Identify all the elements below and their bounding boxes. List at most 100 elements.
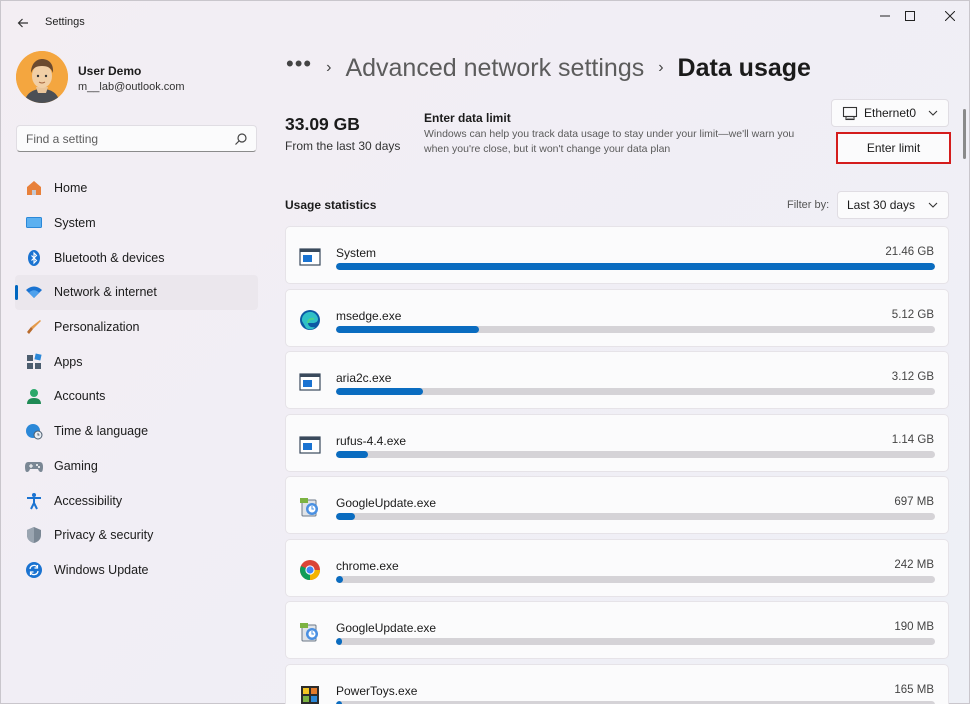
sidebar-item-label: Apps xyxy=(54,354,83,369)
usage-bar xyxy=(336,325,935,333)
sidebar-item-label: Home xyxy=(54,181,88,196)
app-usage-row: System 21.46 GB xyxy=(285,226,949,284)
usage-bar-fill xyxy=(336,325,480,333)
app-name: System xyxy=(336,246,377,260)
maximize-icon xyxy=(905,11,915,21)
app-data-size: 242 MB xyxy=(894,558,934,571)
usage-bar xyxy=(336,575,935,583)
close-icon xyxy=(945,11,955,21)
app-window-icon xyxy=(298,245,322,269)
sidebar-item-gaming[interactable]: Gaming xyxy=(15,449,258,484)
sidebar-item-label: Network & internet xyxy=(54,285,157,300)
sidebar-item-network[interactable]: Network & internet xyxy=(15,275,258,310)
search-placeholder: Find a setting xyxy=(26,132,99,146)
usage-bar-fill xyxy=(336,575,343,583)
network-adapter-dropdown[interactable]: Ethernet0 xyxy=(831,99,949,127)
app-window-icon xyxy=(298,370,322,394)
enter-limit-button[interactable]: Enter limit xyxy=(836,132,951,164)
usage-bar-fill xyxy=(336,263,935,270)
usage-bar-fill xyxy=(336,450,368,458)
app-window-icon xyxy=(298,433,322,457)
app-usage-row: rufus-4.4.exe 1.14 GB xyxy=(285,413,949,472)
usage-bar-fill xyxy=(336,638,342,645)
app-name: chrome.exe xyxy=(336,558,399,573)
app-name: GoogleUpdate.exe xyxy=(336,621,437,635)
sidebar-item-time-language[interactable]: Time & language xyxy=(15,414,258,449)
update-icon xyxy=(24,560,44,580)
sidebar-item-privacy[interactable]: Privacy & security xyxy=(15,518,258,553)
bluetooth-icon xyxy=(24,248,44,268)
filter-dropdown[interactable]: Last 30 days xyxy=(837,191,949,219)
breadcrumb-parent-link[interactable]: Advanced network settings xyxy=(345,54,644,83)
app-name: PowerToys.exe xyxy=(336,683,418,698)
chevron-right-icon: › xyxy=(326,59,332,76)
sidebar-item-windows-update[interactable]: Windows Update xyxy=(15,553,258,588)
app-name: aria2c.exe xyxy=(336,371,392,385)
total-usage: 33.09 GB xyxy=(285,114,360,134)
sidebar-item-personalization[interactable]: Personalization xyxy=(15,310,258,345)
usage-bar xyxy=(336,513,935,520)
usage-bar xyxy=(336,263,935,270)
adapter-selected: Ethernet0 xyxy=(864,106,917,120)
chrome-icon xyxy=(298,558,322,582)
accounts-icon xyxy=(24,386,44,406)
sidebar-item-label: Privacy & security xyxy=(54,528,154,543)
sidebar-item-label: Time & language xyxy=(54,424,149,439)
app-name: rufus-4.4.exe xyxy=(336,433,407,448)
filter-label: Filter by: xyxy=(787,199,830,211)
app-data-size: 190 MB xyxy=(894,621,934,633)
usage-period: From the last 30 days xyxy=(285,139,401,153)
app-usage-row: aria2c.exe 3.12 GB xyxy=(285,351,949,409)
app-data-size: 165 MB xyxy=(894,683,934,696)
sidebar-item-label: Windows Update xyxy=(54,562,149,577)
app-data-size: 1.14 GB xyxy=(891,433,934,446)
user-profile[interactable]: User Demo m__lab@outlook.com xyxy=(16,51,256,105)
back-button[interactable] xyxy=(9,9,37,37)
data-limit-description: Windows can help you track data usage to… xyxy=(424,128,795,155)
gamepad-icon xyxy=(24,456,44,476)
app-usage-row: PowerToys.exe 165 MB xyxy=(285,663,949,704)
settings-window: Settings User Demo m__lab@outlook.com Fi… xyxy=(0,0,970,704)
chevron-right-icon: › xyxy=(658,59,664,76)
app-name: msedge.exe xyxy=(336,308,402,323)
user-avatar-icon xyxy=(16,51,68,103)
sidebar-item-accessibility[interactable]: Accessibility xyxy=(15,483,258,518)
maximize-button[interactable] xyxy=(888,5,932,27)
search-input[interactable]: Find a setting xyxy=(16,125,257,152)
close-button[interactable] xyxy=(928,5,970,27)
sidebar-item-label: Accessibility xyxy=(54,493,123,508)
back-arrow-icon xyxy=(17,18,28,28)
breadcrumb: ••• › Advanced network settings › Data u… xyxy=(286,51,811,85)
brush-icon xyxy=(24,317,44,337)
app-data-size: 5.12 GB xyxy=(891,308,934,321)
google-update-icon xyxy=(298,495,322,519)
user-email: m__lab@outlook.com xyxy=(78,81,185,93)
sidebar-item-accounts[interactable]: Accounts xyxy=(15,379,258,414)
edge-icon xyxy=(298,308,322,332)
sidebar-item-label: Gaming xyxy=(54,458,98,473)
accessibility-icon xyxy=(24,491,44,511)
usage-bar-fill xyxy=(336,513,356,520)
sidebar-nav: Home System Bluetooth & devices Network … xyxy=(15,171,258,587)
apps-icon xyxy=(24,352,44,372)
sidebar-item-home[interactable]: Home xyxy=(15,171,258,206)
usage-bar-fill xyxy=(336,388,423,395)
sidebar-item-label: Accounts xyxy=(54,389,106,404)
data-limit-title: Enter data limit xyxy=(424,111,511,125)
sidebar-item-label: Bluetooth & devices xyxy=(54,250,165,265)
breadcrumb-more-button[interactable]: ••• xyxy=(286,51,312,77)
sidebar-item-bluetooth[interactable]: Bluetooth & devices xyxy=(15,240,258,275)
scrollbar-thumb[interactable] xyxy=(963,109,966,159)
google-update-icon xyxy=(298,620,322,644)
usage-bar xyxy=(336,638,935,645)
ethernet-icon xyxy=(842,106,858,121)
wifi-icon xyxy=(24,282,44,302)
app-usage-row: chrome.exe 242 MB xyxy=(285,538,949,597)
chevron-down-icon xyxy=(928,110,938,116)
filter-selected: Last 30 days xyxy=(847,198,916,212)
sidebar-item-apps[interactable]: Apps xyxy=(15,344,258,379)
sidebar-item-system[interactable]: System xyxy=(15,206,258,241)
chevron-down-icon xyxy=(928,202,938,208)
avatar xyxy=(16,51,68,103)
system-icon xyxy=(24,213,44,233)
